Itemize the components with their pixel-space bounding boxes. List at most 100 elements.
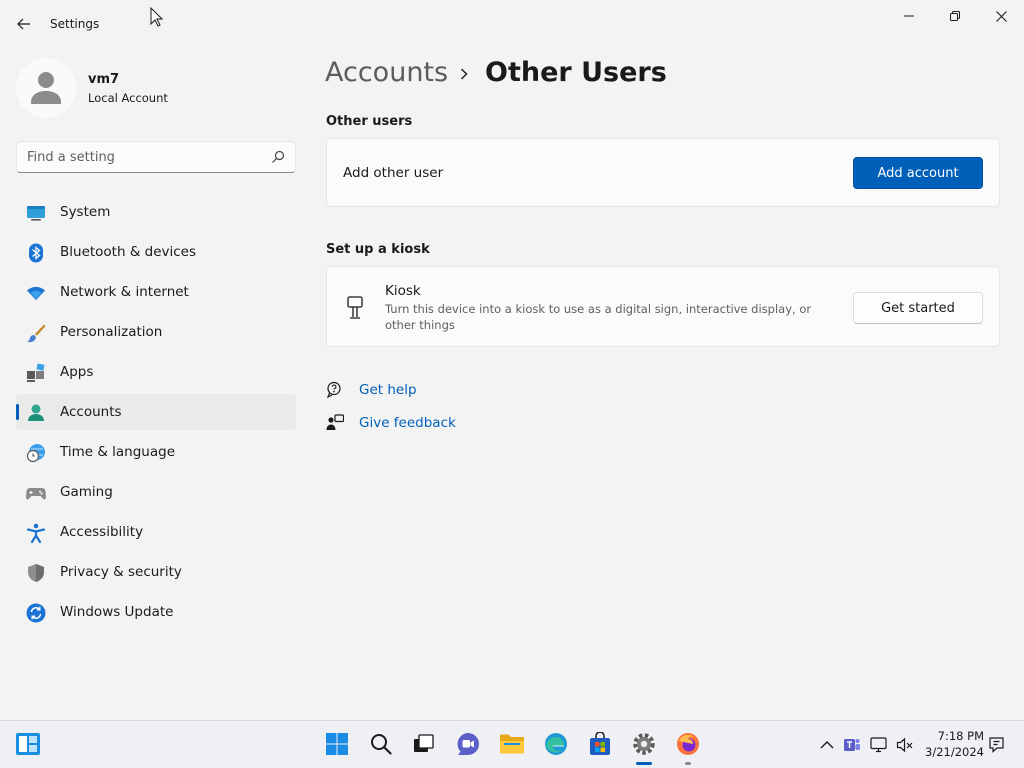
sidebar-item-label: Privacy & security (60, 564, 182, 580)
sidebar-item-apps[interactable]: Apps (16, 354, 296, 390)
accessibility-icon (26, 523, 46, 543)
active-app-indicator (636, 762, 652, 765)
app-title: Settings (50, 17, 100, 31)
minimize-button[interactable] (886, 0, 932, 32)
start-button[interactable] (324, 731, 350, 757)
add-account-button[interactable]: Add account (853, 157, 983, 189)
shield-icon (28, 564, 44, 582)
accounts-icon (28, 404, 44, 421)
widgets-button[interactable] (15, 731, 41, 757)
get-help-icon (326, 381, 341, 399)
bluetooth-icon (29, 243, 43, 263)
sidebar-item-label: Bluetooth & devices (60, 244, 197, 260)
sidebar-item-time-language[interactable]: Time & language (16, 434, 296, 470)
clock-date: 3/21/2024 (925, 745, 984, 759)
user-name: vm7 (88, 72, 120, 87)
windows-logo-icon (326, 733, 348, 755)
add-other-user-label: Add other user (343, 165, 444, 181)
add-other-user-card: Add other user Add account (326, 138, 1000, 207)
get-started-button[interactable]: Get started (853, 292, 983, 324)
maximize-button[interactable] (932, 0, 978, 32)
sidebar-item-windows-update[interactable]: Windows Update (16, 594, 296, 630)
firefox-button[interactable] (675, 731, 701, 757)
sidebar-item-bluetooth[interactable]: Bluetooth & devices (16, 234, 296, 270)
section-title-other-users: Other users (326, 114, 413, 129)
user-silhouette-icon (31, 72, 61, 104)
sidebar-item-label: Apps (60, 364, 94, 380)
task-view-button[interactable] (411, 731, 437, 757)
sidebar-item-label: Gaming (60, 484, 113, 500)
sidebar-item-accessibility[interactable]: Accessibility (16, 514, 296, 550)
kiosk-description: Turn this device into a kiosk to use as … (385, 302, 812, 332)
back-arrow-icon (17, 18, 30, 30)
get-help-link[interactable]: Get help (359, 382, 417, 398)
sidebar-item-system[interactable]: System (16, 194, 296, 230)
kiosk-card: Kiosk Turn this device into a kiosk to u… (326, 266, 1000, 347)
avatar[interactable] (16, 58, 76, 118)
task-view-icon (414, 734, 434, 752)
mouse-cursor-icon (150, 7, 163, 27)
wifi-icon (27, 286, 45, 300)
chevron-right-icon (461, 68, 468, 80)
widgets-icon (16, 733, 40, 755)
minimize-icon (904, 15, 914, 17)
gear-icon (633, 733, 655, 755)
edge-browser-icon (545, 733, 567, 755)
sidebar-item-network[interactable]: Network & internet (16, 274, 296, 310)
paintbrush-icon (27, 324, 46, 343)
store-button[interactable] (587, 731, 613, 757)
store-icon (590, 732, 610, 755)
give-feedback-icon (326, 414, 344, 430)
apps-icon (27, 363, 45, 382)
taskbar-search-button[interactable] (368, 731, 394, 757)
chevron-up-icon[interactable] (818, 736, 836, 754)
restore-icon (950, 11, 960, 21)
back-button[interactable] (10, 10, 38, 38)
teams-chat-button[interactable] (455, 731, 481, 757)
sidebar-item-label: Personalization (60, 324, 163, 340)
account-type: Local Account (88, 91, 168, 105)
gamepad-icon (26, 488, 46, 500)
teams-chat-icon (457, 733, 479, 755)
running-app-indicator (685, 762, 691, 765)
close-button[interactable] (978, 0, 1024, 32)
settings-window: Settings vm7 Local Account Find a settin… (0, 0, 1024, 720)
sidebar-item-personalization[interactable]: Personalization (16, 314, 296, 350)
firefox-icon (677, 733, 699, 755)
notifications-icon[interactable] (988, 736, 1006, 754)
kiosk-title: Kiosk (385, 283, 421, 299)
volume-muted-icon[interactable] (896, 736, 914, 754)
give-feedback-link[interactable]: Give feedback (359, 415, 456, 431)
search-box[interactable] (16, 141, 296, 173)
search-icon[interactable] (271, 150, 285, 164)
settings-app-button[interactable] (631, 731, 657, 757)
network-icon[interactable] (870, 736, 888, 754)
search-input[interactable] (27, 148, 257, 166)
sidebar-item-privacy[interactable]: Privacy & security (16, 554, 296, 590)
sidebar-item-label: Accounts (60, 404, 122, 420)
file-explorer-button[interactable] (499, 731, 525, 757)
clock-time: 7:18 PM (937, 729, 984, 743)
sidebar-item-label: Windows Update (60, 604, 174, 620)
edge-button[interactable] (543, 731, 569, 757)
globe-clock-icon (26, 444, 45, 463)
sidebar-item-label: Network & internet (60, 284, 189, 300)
update-icon (26, 603, 46, 623)
taskbar (0, 720, 1024, 768)
teams-tray-icon[interactable] (843, 736, 861, 754)
breadcrumb-parent[interactable]: Accounts (325, 57, 448, 88)
sidebar-item-label: Accessibility (60, 524, 144, 540)
monitor-icon (27, 206, 45, 221)
sidebar-item-label: Time & language (60, 444, 176, 460)
close-icon (995, 10, 1007, 22)
sidebar-item-gaming[interactable]: Gaming (16, 474, 296, 510)
search-icon (371, 734, 392, 755)
folder-icon (500, 734, 524, 754)
taskbar-clock[interactable]: 7:18 PM 3/21/2024 (924, 728, 984, 760)
kiosk-icon (347, 296, 363, 319)
sidebar-item-accounts[interactable]: Accounts (16, 394, 296, 430)
sidebar-nav: System Bluetooth & devices Network & int… (16, 194, 296, 634)
sidebar-item-label: System (60, 204, 111, 220)
section-title-kiosk: Set up a kiosk (326, 242, 430, 257)
page-title: Other Users (485, 57, 667, 88)
